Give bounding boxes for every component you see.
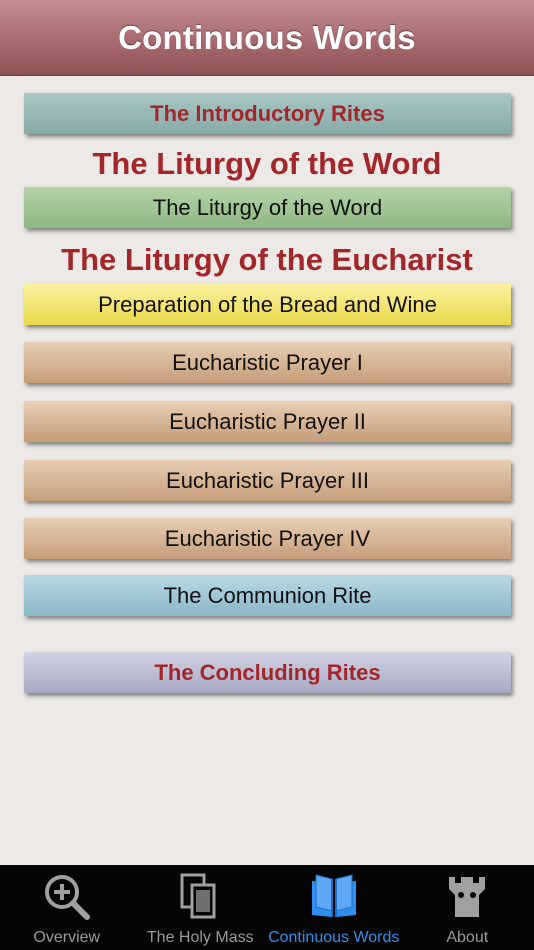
page-title: Continuous Words bbox=[118, 18, 416, 56]
tab-bar: Overview The Holy Mass Continuous Words … bbox=[0, 865, 534, 950]
liturgy-eucharist-heading: The Liturgy of the Eucharist bbox=[61, 242, 473, 277]
eucharistic-prayer-3-button[interactable]: Eucharistic Prayer III bbox=[24, 460, 511, 501]
tab-continuous-words[interactable]: Continuous Words bbox=[267, 865, 401, 950]
introductory-rites-button[interactable]: The Introductory Rites bbox=[24, 93, 511, 134]
tab-label: Continuous Words bbox=[268, 929, 400, 946]
liturgy-word-button[interactable]: The Liturgy of the Word bbox=[24, 187, 511, 228]
navigation-bar: Continuous Words bbox=[0, 0, 534, 76]
tab-label: The Holy Mass bbox=[146, 929, 254, 946]
tab-about[interactable]: About bbox=[401, 865, 534, 950]
open-book-icon bbox=[311, 874, 356, 917]
concluding-rites-button[interactable]: The Concluding Rites bbox=[24, 652, 511, 693]
tab-label: About bbox=[446, 929, 489, 946]
eucharistic-prayer-4-button[interactable]: Eucharistic Prayer IV bbox=[24, 518, 511, 559]
eucharistic-prayer-2-button[interactable]: Eucharistic Prayer II bbox=[24, 401, 511, 442]
liturgy-word-heading: The Liturgy of the Word bbox=[92, 146, 442, 181]
magnifier-plus-icon bbox=[44, 875, 90, 920]
tab-overview[interactable]: Overview bbox=[0, 865, 134, 950]
tower-icon bbox=[449, 877, 486, 917]
stacked-pages-icon bbox=[180, 873, 216, 919]
preparation-button[interactable]: Preparation of the Bread and Wine bbox=[24, 284, 511, 325]
tab-label: Overview bbox=[33, 929, 101, 946]
content-area: The Introductory Rites The Liturgy of th… bbox=[0, 76, 534, 865]
eucharistic-prayer-1-button[interactable]: Eucharistic Prayer I bbox=[24, 342, 511, 383]
communion-rite-button[interactable]: The Communion Rite bbox=[24, 575, 511, 616]
tab-holy-mass[interactable]: The Holy Mass bbox=[134, 865, 268, 950]
